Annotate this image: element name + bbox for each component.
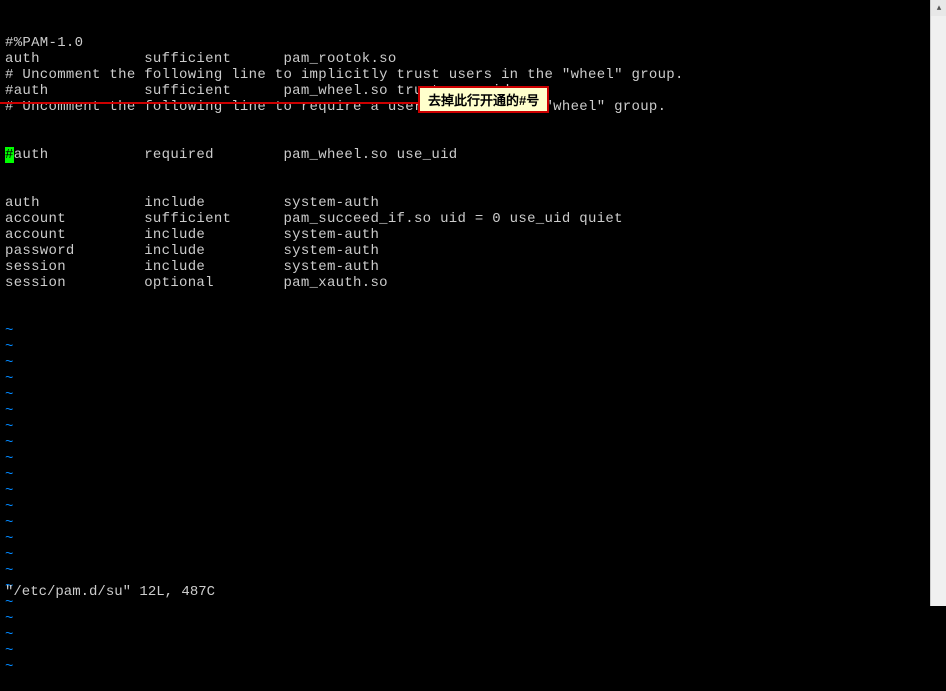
file-line: account sufficient pam_succeed_if.so uid… <box>5 211 941 227</box>
file-line: account include system-auth <box>5 227 941 243</box>
file-line: session optional pam_xauth.so <box>5 275 941 291</box>
empty-line-tilde: ~ <box>5 627 941 643</box>
empty-line-tilde: ~ <box>5 451 941 467</box>
empty-line-tilde: ~ <box>5 387 941 403</box>
empty-line-tilde: ~ <box>5 643 941 659</box>
file-line: auth sufficient pam_rootok.so <box>5 51 941 67</box>
empty-line-tilde: ~ <box>5 371 941 387</box>
cursor-line-rest: auth required pam_wheel.so use_uid <box>14 147 458 163</box>
vim-status-line: "/etc/pam.d/su" 12L, 487C <box>5 584 215 600</box>
file-line: # Uncomment the following line to implic… <box>5 67 941 83</box>
cursor-char: # <box>5 147 14 163</box>
empty-line-tilde: ~ <box>5 563 941 579</box>
empty-line-tilde: ~ <box>5 467 941 483</box>
empty-line-tilde: ~ <box>5 515 941 531</box>
file-line: password include system-auth <box>5 243 941 259</box>
annotation-callout: 去掉此行开通的#号 <box>418 86 549 113</box>
file-line: #%PAM-1.0 <box>5 35 941 51</box>
scroll-up-button[interactable]: ▴ <box>931 0 946 16</box>
scrollbar[interactable]: ▴ <box>930 0 946 606</box>
annotation-underline <box>0 102 418 104</box>
empty-line-tilde: ~ <box>5 419 941 435</box>
empty-line-tilde: ~ <box>5 339 941 355</box>
empty-line-tilde: ~ <box>5 483 941 499</box>
empty-line-tilde: ~ <box>5 435 941 451</box>
empty-line-tilde: ~ <box>5 611 941 627</box>
empty-line-tilde: ~ <box>5 403 941 419</box>
file-line: auth include system-auth <box>5 195 941 211</box>
empty-line-tilde: ~ <box>5 531 941 547</box>
empty-line-tilde: ~ <box>5 659 941 675</box>
empty-line-tilde: ~ <box>5 355 941 371</box>
empty-line-tilde: ~ <box>5 547 941 563</box>
file-line: session include system-auth <box>5 259 941 275</box>
empty-line-tilde: ~ <box>5 323 941 339</box>
cursor-line: #auth required pam_wheel.so use_uid <box>5 147 941 163</box>
empty-line-tilde: ~ <box>5 499 941 515</box>
